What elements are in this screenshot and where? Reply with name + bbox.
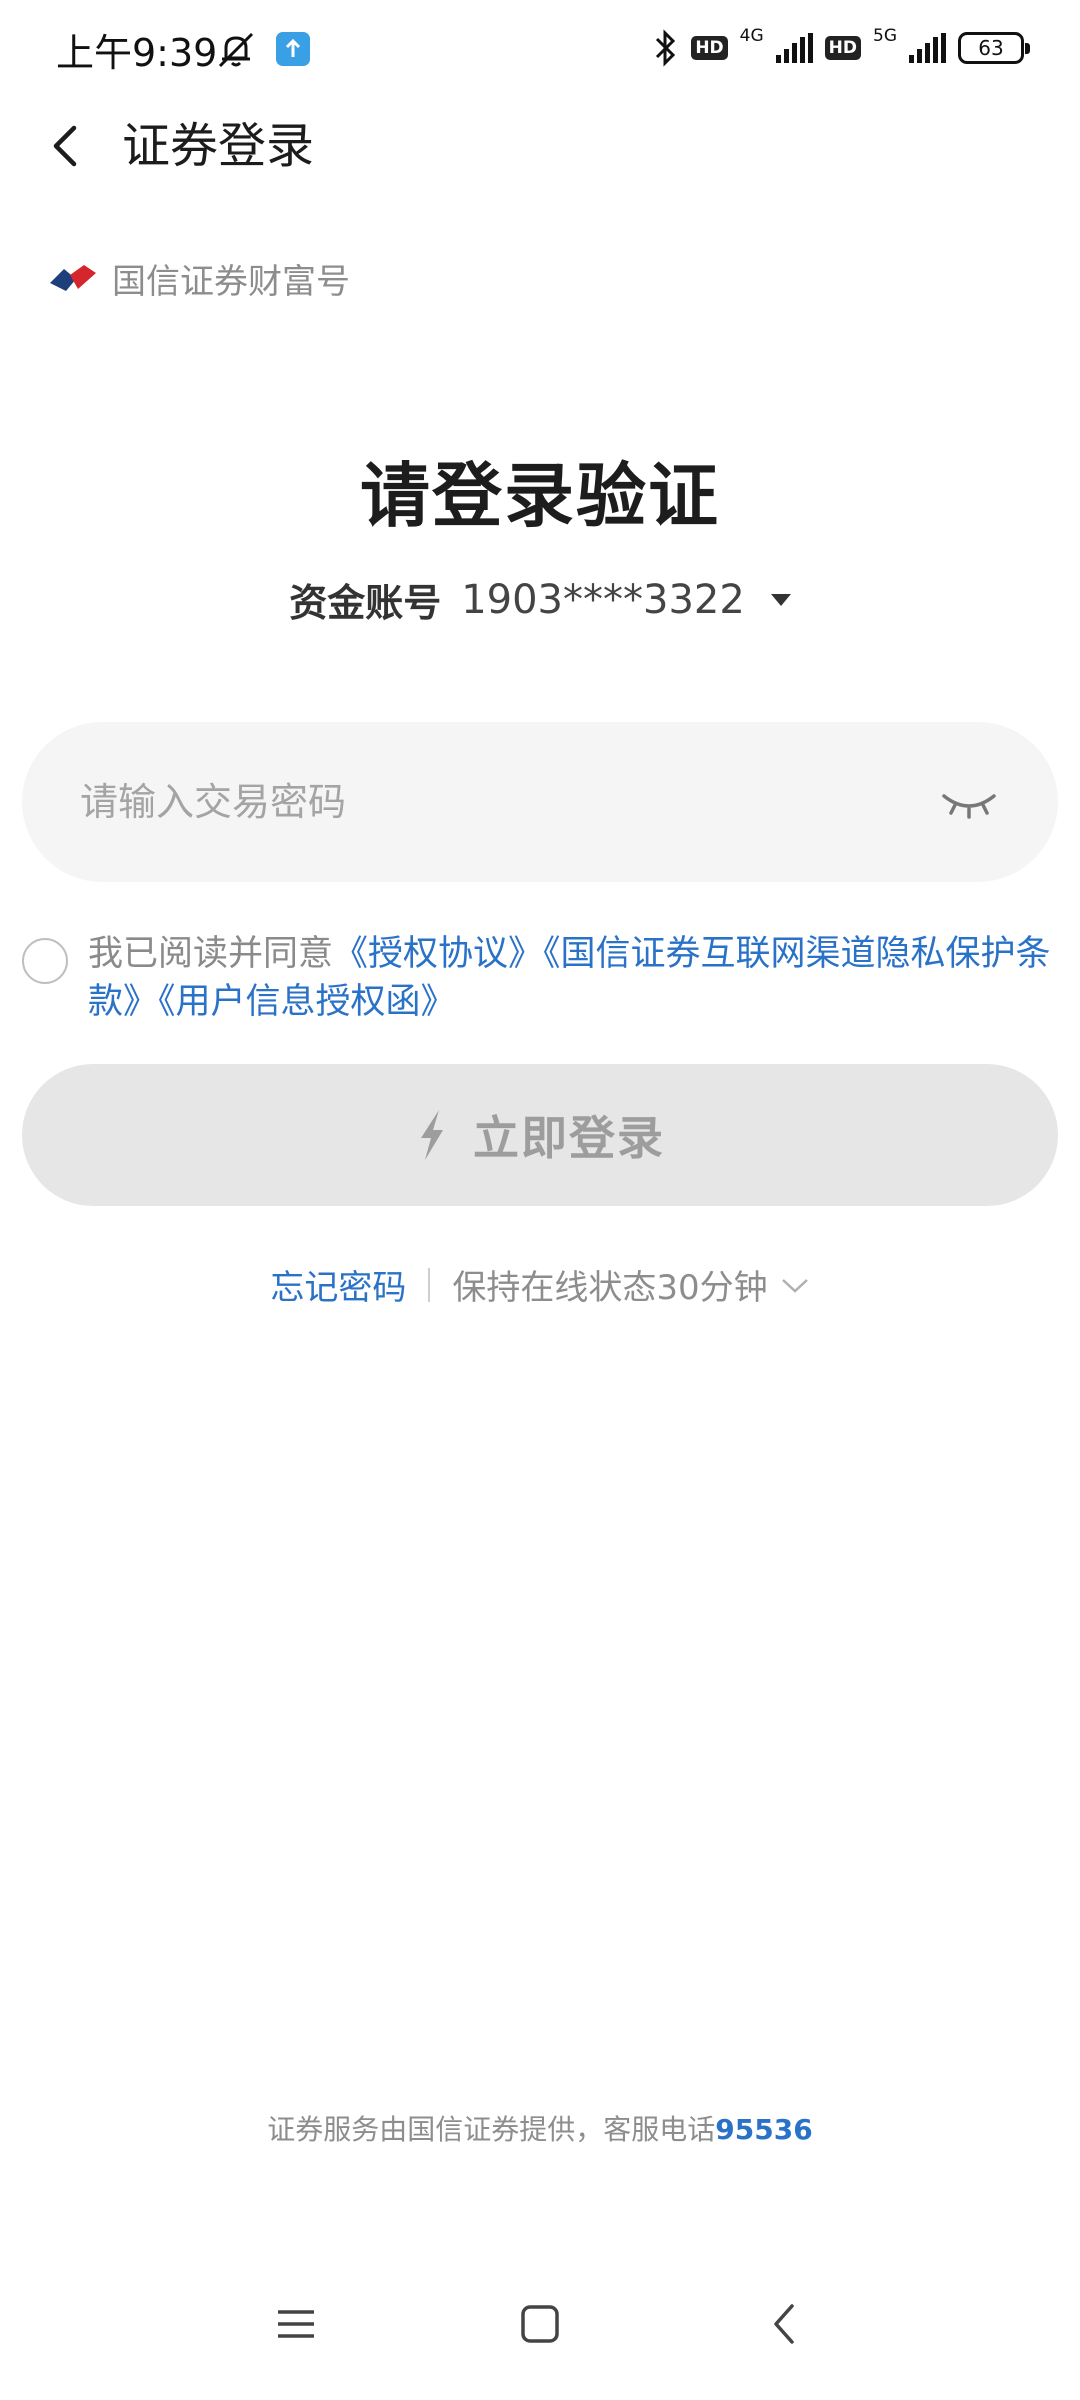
system-nav-bar: [0, 2270, 1080, 2400]
status-bar: 上午9:39 HD 4G HD 5G 63: [0, 0, 1080, 96]
login-heading: 请登录验证: [360, 455, 720, 537]
user-info-authorization-link[interactable]: 《用户信息授权函》: [158, 982, 456, 1022]
agreement-text: 我已阅读并同意《授权协议》《国信证券互联网渠道隐私保护条款》《用户信息授权函》: [88, 930, 1078, 1026]
brand-row: 国信证券财富号: [48, 254, 350, 303]
password-field-container: [22, 722, 1058, 882]
battery-icon: 63: [958, 32, 1030, 64]
app-header: 证券登录: [0, 96, 1080, 196]
footer-note: 证券服务由国信证券提供，客服电话95536: [0, 2108, 1080, 2148]
auth-agreement-link[interactable]: 《授权协议》: [333, 934, 543, 974]
back-button[interactable]: [34, 114, 98, 178]
login-button-label: 立即登录: [473, 1112, 665, 1164]
footer-text: 证券服务由国信证券提供，客服电话: [267, 2113, 716, 2146]
account-selector[interactable]: 资金账号 1903****3322: [0, 572, 1080, 627]
battery-level: 63: [978, 36, 1004, 60]
status-time: 上午9:39: [56, 31, 218, 75]
login-screen: 上午9:39 HD 4G HD 5G 63 证券登录 国信证券财富号 请登录验证…: [0, 0, 1080, 2400]
status-right-group: HD 4G HD 5G 63: [653, 24, 1030, 72]
hd-badge-1: HD: [691, 36, 728, 60]
divider: [428, 1267, 431, 1302]
login-button[interactable]: 立即登录: [22, 1064, 1058, 1206]
lightning-icon: [421, 1110, 443, 1160]
chevron-down-icon[interactable]: [780, 1275, 810, 1295]
password-input[interactable]: [80, 722, 880, 882]
caret-down-icon[interactable]: [770, 593, 791, 606]
home-icon[interactable]: [510, 2294, 570, 2354]
account-number: 1903****3322: [461, 576, 745, 623]
brand-name: 国信证券财富号: [112, 262, 350, 302]
eye-closed-icon[interactable]: [940, 780, 998, 824]
keep-online-selector[interactable]: 保持在线状态30分钟: [452, 1260, 767, 1309]
mute-bell-icon: [218, 32, 254, 68]
account-label: 资金账号: [289, 581, 442, 625]
network-type-2: 5G: [873, 26, 897, 46]
signal-bars-2-icon: [909, 33, 946, 63]
helper-row: 忘记密码 保持在线状态30分钟: [0, 1260, 1080, 1309]
brand-logo-icon: [50, 264, 96, 291]
menu-icon[interactable]: [266, 2294, 326, 2354]
agreement-prefix: 我已阅读并同意: [88, 934, 334, 974]
network-type-1: 4G: [739, 26, 764, 46]
page-title: 证券登录: [122, 118, 315, 174]
back-nav-icon[interactable]: [756, 2294, 816, 2354]
agreement-checkbox[interactable]: [22, 938, 68, 984]
bluetooth-icon: [656, 29, 676, 67]
forgot-password-link[interactable]: 忘记密码: [270, 1260, 406, 1309]
upload-notification-icon: [276, 32, 310, 66]
signal-bars-1-icon: [775, 33, 813, 63]
hd-badge-2: HD: [824, 36, 861, 60]
customer-service-phone[interactable]: 95536: [715, 2113, 812, 2146]
